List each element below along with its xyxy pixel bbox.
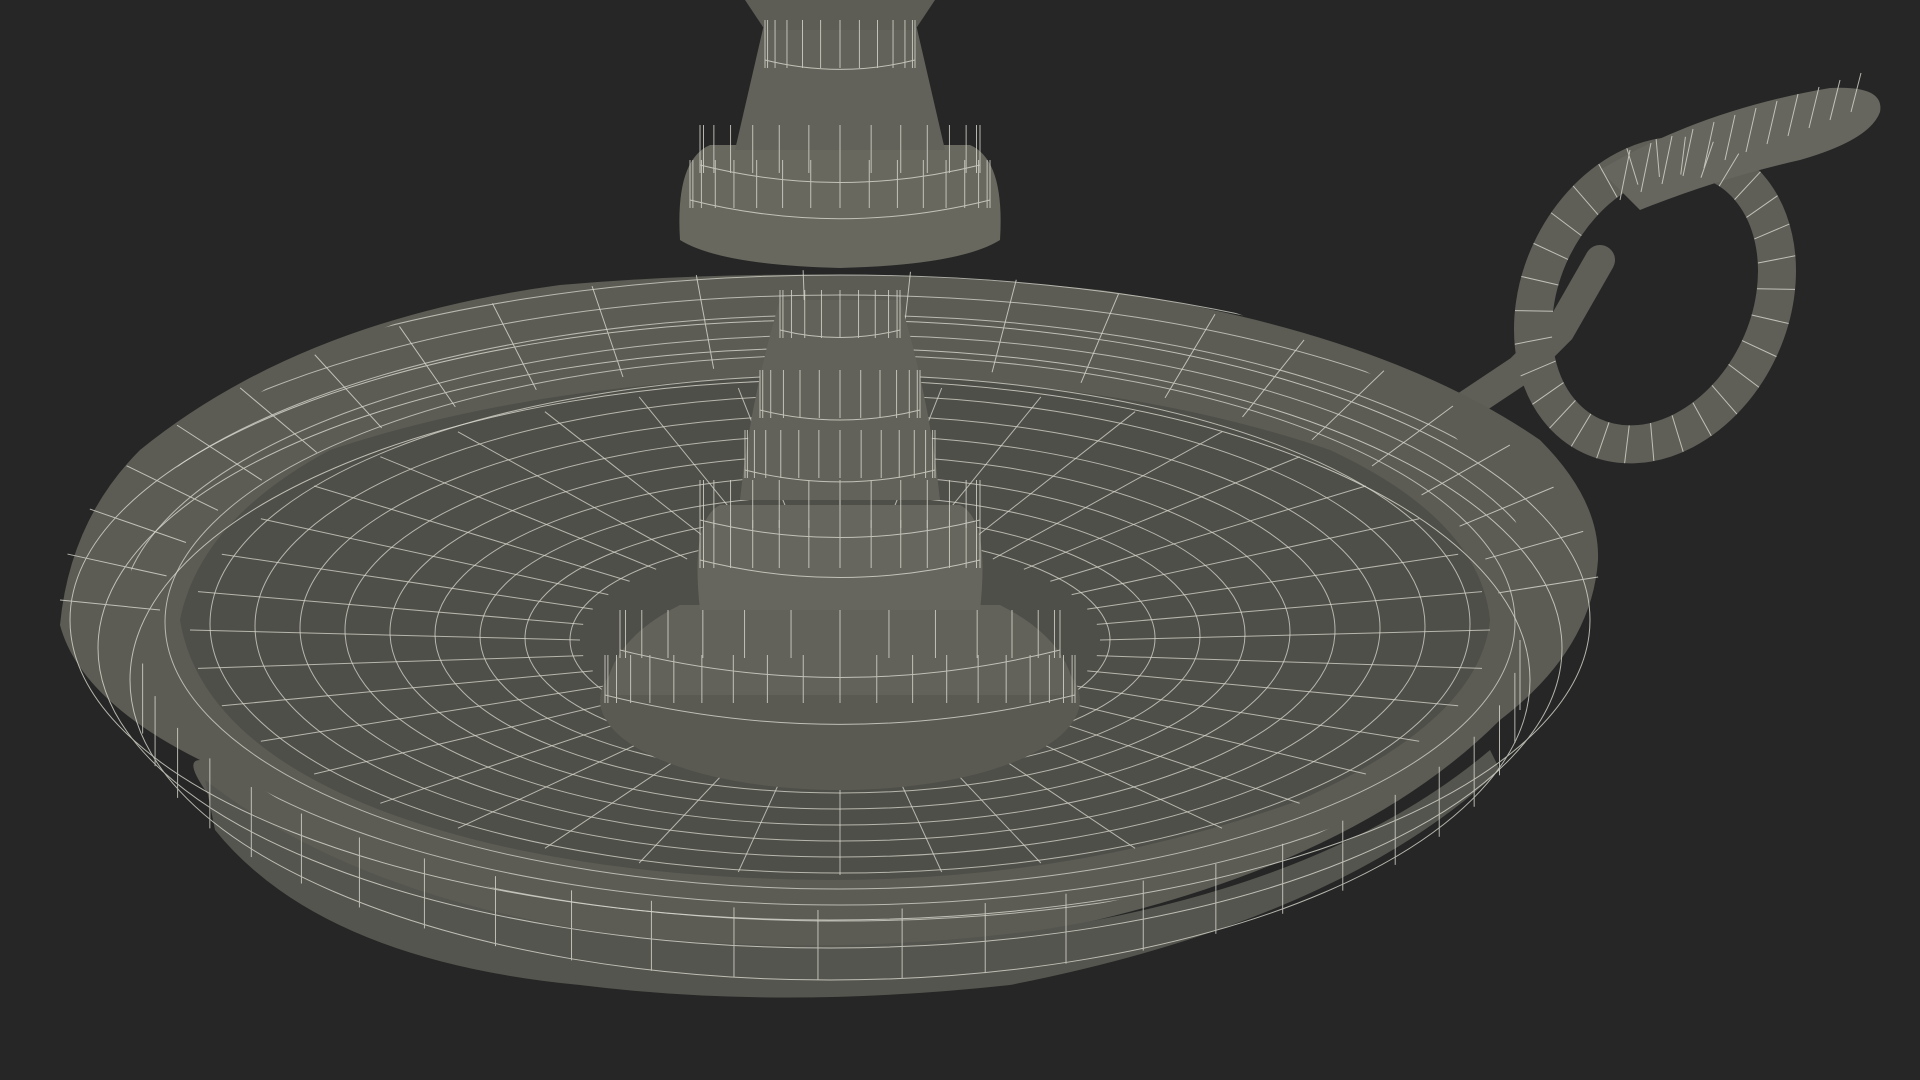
wire-handle [1756,288,1796,290]
3d-viewport [0,0,1920,1080]
candle-holder-wireframe-render [0,0,1920,1080]
wire-handle [1514,310,1554,312]
